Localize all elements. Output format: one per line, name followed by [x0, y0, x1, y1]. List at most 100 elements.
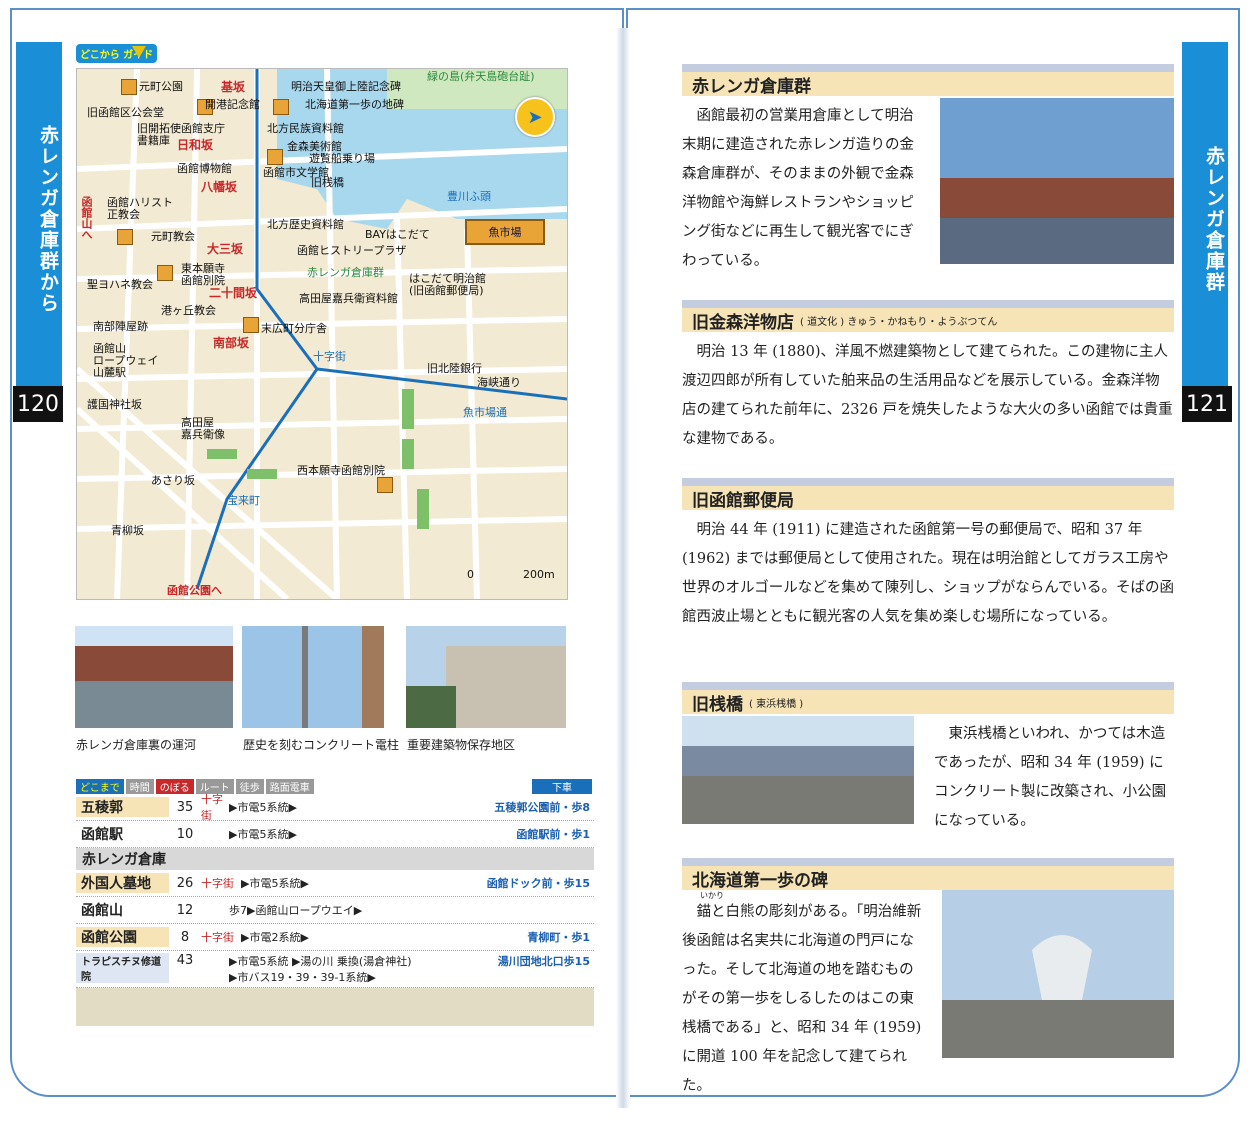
route-transfer: 十字街 — [201, 877, 234, 890]
article-title-text: 旧金森洋物店 — [692, 312, 794, 333]
article-title: 旧金森洋物店 ( 道文化 ) きゅう・かねもり・ようぶつてん — [682, 300, 1174, 333]
map-label: 開港記念館 — [205, 98, 260, 111]
article-body: 明治 44 年 (1911) に建造された函館第一号の郵便局で、昭和 37 年 … — [682, 522, 1174, 625]
map-label: 魚市場通 — [463, 406, 507, 419]
map-label: 宝来町 — [227, 494, 260, 507]
map-label: BAYはこだて — [365, 228, 430, 241]
map-label: 元町公園 — [139, 80, 183, 93]
route-row: 函館公園 8 十字街 ▶市電2系統▶ 青柳町・歩1 — [76, 924, 594, 951]
map-label: 函館山 ロープウェイ 山麓駅 — [93, 342, 159, 379]
route-minutes: 8 — [180, 929, 190, 945]
route-stop: 五稜郭公園前・歩8 — [494, 801, 590, 814]
triangle-down-icon — [132, 46, 146, 58]
route-row: 五稜郭 35 十字街 ▶市電5系統▶ 五稜郭公園前・歩8 — [76, 793, 594, 822]
article-subtitle: ( 道文化 ) きゅう・かねもり・ようぶつてん — [800, 316, 998, 328]
route-destination: 五稜郭 — [76, 797, 169, 817]
header-where: どこまで — [76, 778, 124, 794]
route-section-title: 赤レンガ倉庫 — [76, 848, 594, 870]
article-subtitle: ( 東浜桟橋 ) — [749, 698, 804, 710]
map-label: 明治天皇御上陸記念碑 — [291, 80, 401, 93]
map-label: 旧北陸銀行 — [427, 362, 482, 375]
fish-market-marker: 魚市場 — [465, 219, 545, 245]
map-label: 末広町分庁舎 — [261, 322, 327, 335]
route-minutes: 12 — [176, 902, 194, 918]
photo-caption: 重要建築物保存地区 — [407, 738, 516, 752]
header-getoff: 下車 — [532, 778, 592, 794]
map-label: 元町教会 — [151, 230, 195, 243]
route-row: 函館駅 10 ▶市電5系統▶ 函館駅前・歩1 — [76, 821, 594, 848]
route-minutes: 10 — [176, 826, 194, 842]
article-body: 函館最初の営業用倉庫として明治末期に建造された赤レンガ造りの金森倉庫群が、そのま… — [682, 108, 914, 269]
route-destination: 函館公園 — [76, 927, 169, 947]
route-transfer: 十字街 — [201, 793, 223, 822]
route-minutes: 43 — [176, 953, 194, 968]
map-label: 赤レンガ倉庫群 — [307, 266, 384, 279]
route-transfer: 十字街 — [201, 931, 234, 944]
map-label: 函館公園へ — [167, 584, 222, 597]
photo-first-step-monument — [942, 890, 1174, 1058]
route-destination: トラピスチヌ修道院 — [76, 953, 169, 983]
photo-caption: 赤レンガ倉庫裏の運河 — [76, 738, 197, 752]
chapter-tab-left: 赤レンガ倉庫群から — [16, 42, 62, 387]
chapter-tab-right: 赤レンガ倉庫群 — [1182, 42, 1228, 387]
building-marker-icon — [157, 265, 173, 281]
map-label: 高田屋嘉兵衛資料館 — [299, 292, 398, 305]
article-body: 錨と白熊の彫刻がある。「明治維新後函館は名実共に北海道の門戸になった。そして北海… — [682, 904, 922, 1094]
article-title: 旧桟橋 ( 東浜桟橋 ) — [682, 682, 1174, 715]
article-post-office: 旧函館郵便局 明治 44 年 (1911) に建造された函館第一号の郵便局で、昭… — [682, 478, 1174, 632]
map-label: 旧桟橋 — [311, 176, 344, 189]
route-stop: 函館駅前・歩1 — [516, 828, 590, 841]
scale-zero: 0 — [467, 568, 474, 581]
article-kanemori: 旧金森洋物店 ( 道文化 ) きゅう・かねもり・ようぶつてん 明治 13 年 (… — [682, 300, 1174, 454]
map-label: 東本願寺 函館別院 — [181, 262, 225, 287]
map-label: 護国神社坂 — [87, 398, 142, 411]
map-label: 海峡通り — [477, 376, 521, 389]
area-map: ➤ 魚市場 元町公園 基坂 明治天皇御上陸記念碑 緑の島(弁天島砲台趾) 旧函館… — [76, 68, 568, 600]
map-label: 北方民族資料館 — [267, 122, 344, 135]
scale-200m: 200m — [523, 568, 555, 581]
article-body: 明治 13 年 (1880)、洋風不燃建築物として建てられた。この建物に主人渡辺… — [682, 344, 1173, 447]
route-stop: 函館ドック前・歩15 — [486, 877, 590, 890]
map-label: 豊川ふ頭 — [447, 190, 491, 203]
map-label: 聖ヨハネ教会 — [87, 278, 153, 291]
header-time: 時間 — [125, 778, 154, 794]
map-edge-label: 函館山へ — [80, 196, 93, 240]
map-label: 函館ヒストリープラザ — [297, 244, 407, 257]
photo-concrete-pole — [242, 626, 384, 728]
route-stop: 湯川団地北口歩15 — [497, 955, 590, 968]
building-marker-icon — [273, 99, 289, 115]
photo-caption: 歴史を刻むコンクリート電柱 — [243, 738, 400, 752]
article-title-text: 旧桟橋 — [692, 694, 743, 715]
header-walk: 徒歩 — [235, 778, 264, 794]
route-stop: 青柳町・歩1 — [527, 931, 590, 944]
article-body: 東浜桟橋といわれ、かつては木造であったが、昭和 34 年 (1959) にコンク… — [934, 726, 1167, 829]
map-label: はこだて明治館 (旧函館郵便局) — [409, 272, 486, 297]
book-spine — [616, 28, 630, 1108]
route-table: どこまで 時間 のぼる ルート 徒歩 路面電車 下車 五稜郭 35 十字街 ▶市… — [76, 778, 594, 1026]
route-destination: 外国人墓地 — [76, 873, 169, 893]
map-label: 遊覧船乗り場 — [309, 152, 375, 165]
article-title: 赤レンガ倉庫群 — [682, 64, 1174, 97]
map-label: 八幡坂 — [201, 180, 238, 194]
compass-icon: ➤ — [515, 97, 555, 137]
route-minutes: 35 — [176, 799, 194, 815]
map-label: 西本願寺函館別院 — [297, 464, 385, 477]
article-title: 北海道第一歩の碑 — [682, 858, 1174, 891]
map-label: 基坂 — [221, 80, 246, 94]
building-marker-icon — [243, 317, 259, 333]
route-row: トラピスチヌ修道院 43 ▶市電5系統 ▶湯の川 乗換(湯倉神社) ▶市バス19… — [76, 951, 594, 988]
article-title: 旧函館郵便局 — [682, 478, 1174, 511]
map-label: 南部陣屋跡 — [93, 320, 148, 333]
header-tram: 路面電車 — [265, 778, 314, 794]
route-path: 歩7▶函館山ロープウエイ▶ — [229, 904, 363, 917]
route-row: 函館山 12 歩7▶函館山ロープウエイ▶ — [76, 897, 594, 924]
map-label: 南部坂 — [213, 336, 250, 350]
route-footer-band — [76, 988, 594, 1026]
photo-old-pier — [682, 716, 914, 824]
map-label: 函館ハリスト 正教会 — [107, 196, 173, 221]
route-minutes: 26 — [176, 875, 194, 891]
map-label: 緑の島(弁天島砲台趾) — [427, 70, 535, 83]
map-label: 大三坂 — [207, 242, 244, 256]
building-marker-icon — [377, 477, 393, 493]
map-label: 青柳坂 — [111, 524, 144, 537]
